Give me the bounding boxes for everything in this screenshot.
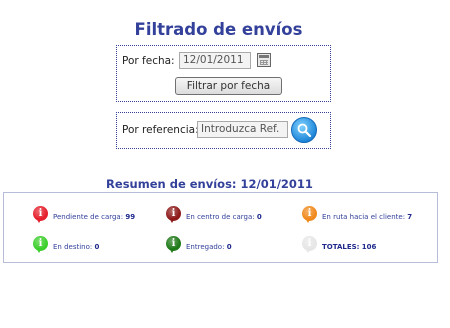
reference-input[interactable]: Introduzca Ref. <box>197 121 288 138</box>
calendar-icon[interactable] <box>257 53 271 67</box>
page-title: Filtrado de envíos <box>134 20 303 39</box>
info-red-icon: i <box>33 206 48 223</box>
summary-label: Pendiente de carga: <box>53 213 124 221</box>
summary-label: En destino: <box>53 243 93 251</box>
reference-label: Por referencia: <box>122 124 199 136</box>
info-darkgreen-icon: i <box>166 236 181 253</box>
summary-label: En ruta hacia el cliente: <box>322 213 406 221</box>
summary-count: 7 <box>407 213 413 221</box>
info-orange-icon: i <box>302 206 317 223</box>
summary-label: Entregado: <box>186 243 225 251</box>
info-darkred-icon: i <box>166 206 181 223</box>
filter-by-date-button[interactable]: Filtrar por fecha <box>175 77 282 95</box>
date-filter-panel: Por fecha: 12/01/2011 Filtrar por fecha <box>116 45 331 102</box>
info-green-icon: i <box>33 236 48 253</box>
search-icon <box>297 123 312 138</box>
totals-label: TOTALES: <box>322 243 360 251</box>
summary-label: En centro de carga: <box>186 213 255 221</box>
summary-count: 99 <box>125 213 136 221</box>
search-button[interactable] <box>291 117 317 143</box>
info-gray-icon: i <box>302 236 317 253</box>
totals-count: 106 <box>361 243 377 251</box>
summary-title: Resumen de envíos: 12/01/2011 <box>106 177 313 191</box>
summary-count: 0 <box>256 213 262 221</box>
reference-filter-panel: Por referencia: Introduzca Ref. <box>116 112 331 149</box>
summary-panel: i Pendiente de carga: 99 i En centro de … <box>3 192 438 263</box>
date-label: Por fecha: <box>122 55 175 67</box>
summary-count: 0 <box>226 243 232 251</box>
date-input[interactable]: 12/01/2011 <box>179 52 251 69</box>
summary-count: 0 <box>94 243 100 251</box>
